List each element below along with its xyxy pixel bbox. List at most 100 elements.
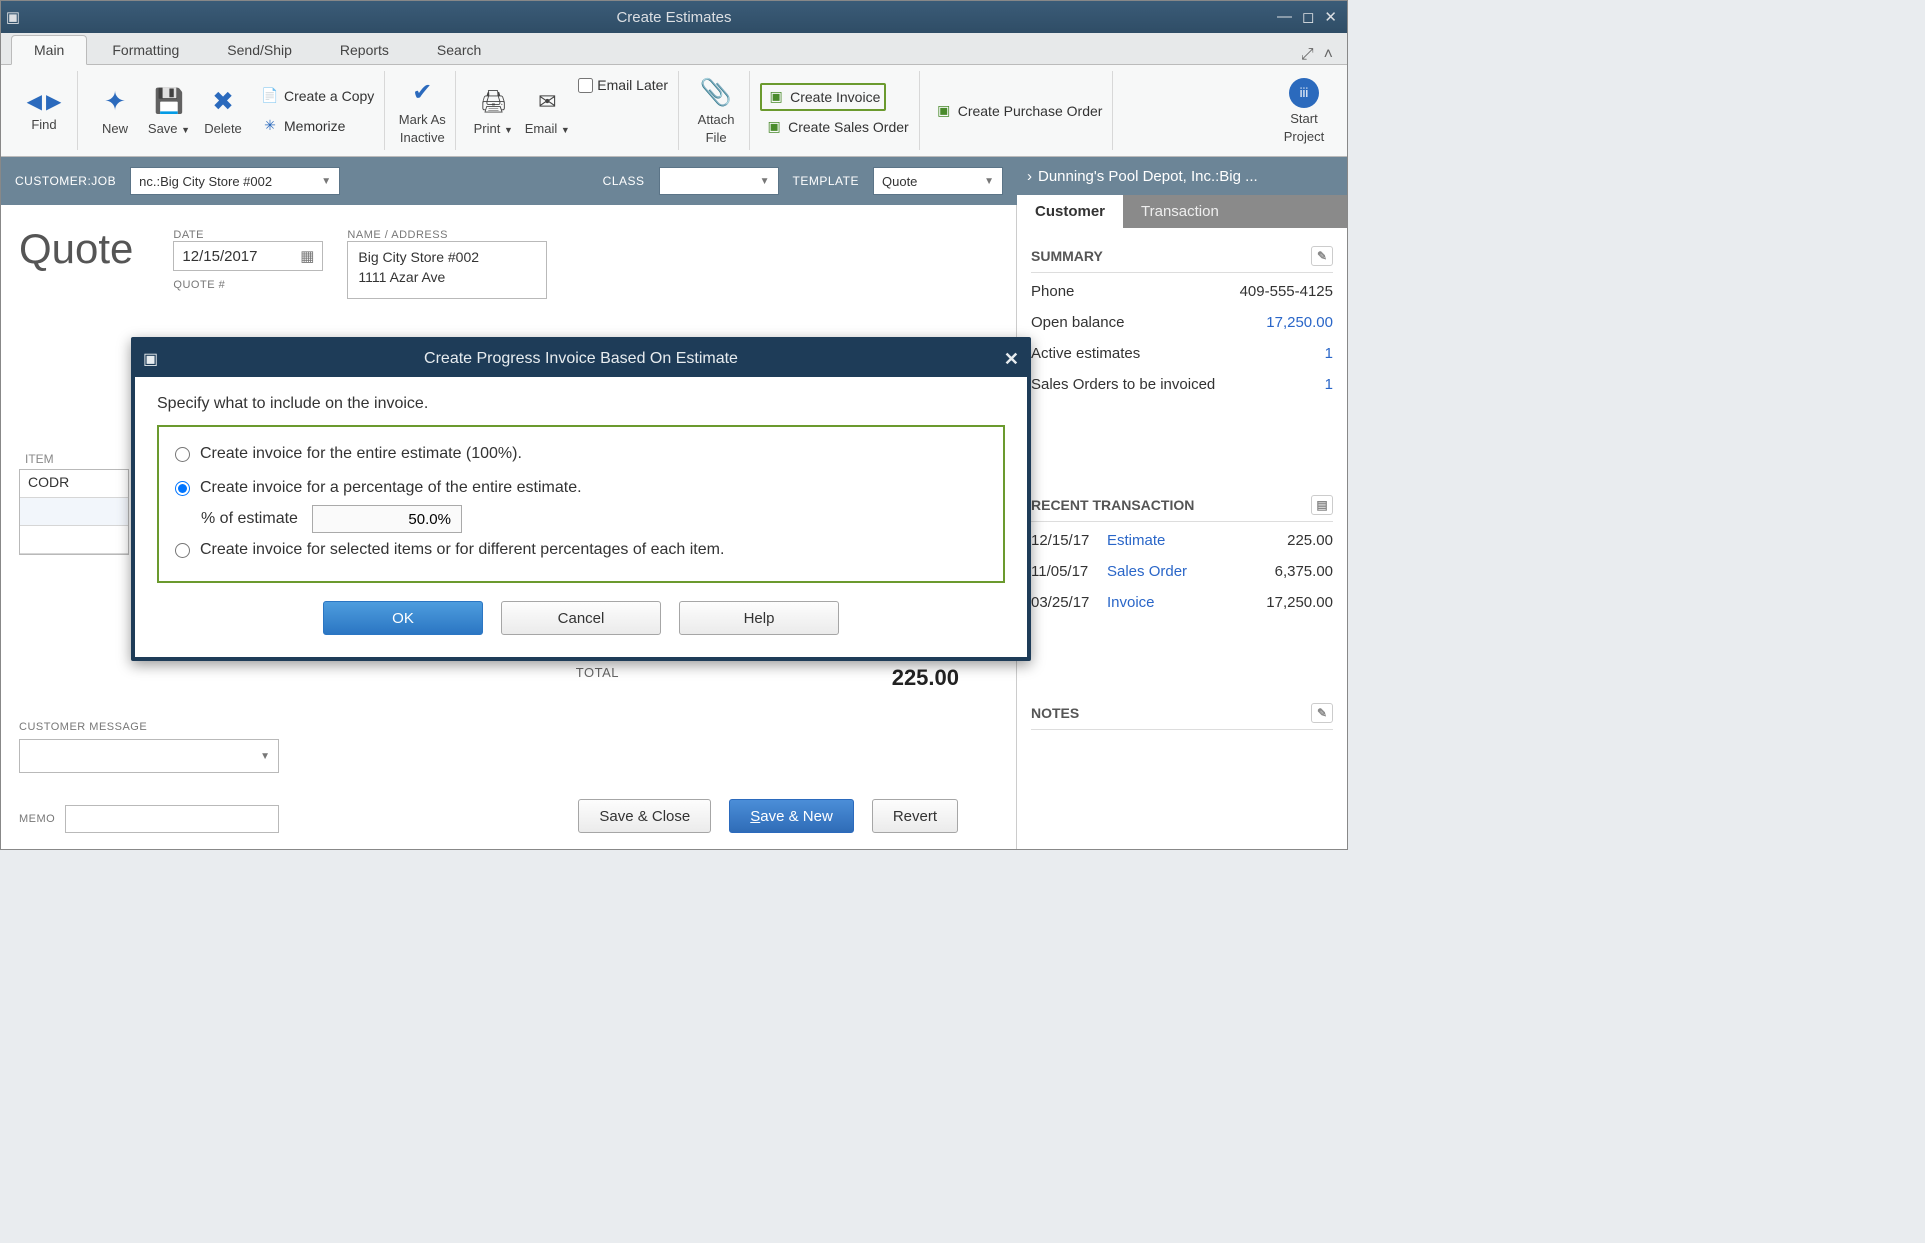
create-estimates-window: ▣ Create Estimates — ◻ ✕ Main Formatting… [0,0,1348,850]
total-label: TOTAL [19,665,619,691]
doc-title: Quote [19,225,133,285]
copy-icon: 📄 [260,86,280,106]
side-panel: › Dunning's Pool Depot, Inc.:Big ... Cus… [1017,157,1347,849]
attach-file-button[interactable]: 📎 Attach File [689,77,743,145]
memo-input[interactable] [65,805,279,833]
save-close-button[interactable]: Save & Close [578,799,711,833]
txn-link[interactable]: Sales Order [1107,563,1275,580]
progress-invoice-dialog: ▣ Create Progress Invoice Based On Estim… [131,337,1031,661]
start-project-button[interactable]: iii Start Project [1277,78,1331,144]
item-column-header: ITEM [19,449,129,469]
date-label: DATE [173,229,323,241]
print-button[interactable]: 🖨 Print ▼ [466,86,520,136]
addr-label: NAME / ADDRESS [347,229,547,241]
item-row[interactable] [20,498,128,526]
tab-formatting[interactable]: Formatting [89,35,202,64]
collapse-ribbon-icon[interactable]: ˄ [1324,46,1333,64]
tab-send-ship[interactable]: Send/Ship [204,35,315,64]
find-button[interactable]: ◀▶ Find [17,89,71,132]
po-icon: ▣ [934,101,954,121]
dialog-title: Create Progress Invoice Based On Estimat… [135,350,1027,368]
template-select[interactable]: Quote▼ [873,167,1003,195]
tab-search[interactable]: Search [414,35,504,64]
item-table[interactable]: CODR [19,469,129,555]
mark-inactive-button[interactable]: ✔ Mark As Inactive [395,77,449,145]
window-title: Create Estimates [1,9,1347,26]
form-selector-bar: CUSTOMER:JOB nc.:Big City Store #002▼ CL… [1,157,1017,205]
new-icon: ✦ [99,86,131,118]
recent-action-icon[interactable]: ▤ [1311,495,1333,515]
item-row[interactable]: CODR [20,470,128,498]
summary-row-value[interactable]: 17,250.00 [1266,314,1333,331]
delete-icon: ✖ [207,86,239,118]
dialog-close-icon[interactable]: ✕ [1004,349,1019,370]
name-address-box[interactable]: Big City Store #002 1111 Azar Ave [347,241,547,299]
recent-heading: RECENT TRANSACTION [1031,497,1194,513]
summary-heading: SUMMARY [1031,248,1103,264]
class-label: CLASS [603,174,645,188]
customer-job-select[interactable]: nc.:Big City Store #002▼ [130,167,340,195]
new-button[interactable]: ✦ New [88,86,142,136]
ribbon-tabbar: Main Formatting Send/Ship Reports Search… [1,33,1347,65]
create-copy-button[interactable]: 📄 Create a Copy [256,84,378,108]
txn-link[interactable]: Invoice [1107,594,1266,611]
invoice-icon: ▣ [766,87,786,107]
email-later-checkbox[interactable]: Email Later [574,71,672,95]
pct-label: % of estimate [201,510,298,528]
tab-main[interactable]: Main [11,35,87,65]
close-icon[interactable]: ✕ [1324,8,1337,26]
summary-row-value[interactable]: 1 [1325,345,1333,362]
maximize-icon[interactable]: ◻ [1302,8,1314,26]
opt-selected-radio[interactable] [175,543,190,558]
date-field[interactable]: 12/15/2017 ▦ [173,241,323,271]
save-button[interactable]: 💾 Save ▼ [142,86,196,136]
create-invoice-button[interactable]: ▣ Create Invoice [760,83,886,111]
minimize-icon[interactable]: — [1277,8,1292,26]
expand-icon[interactable]: ⤢ [1301,46,1314,64]
opt-entire-radio[interactable] [175,447,190,462]
titlebar: ▣ Create Estimates — ◻ ✕ [1,1,1347,33]
email-later-check[interactable] [578,78,593,93]
dialog-help-button[interactable]: Help [679,601,839,635]
template-label: TEMPLATE [793,174,859,188]
customer-job-label: CUSTOMER:JOB [15,174,116,188]
summary-row-value[interactable]: 1 [1325,376,1333,393]
mark-inactive-icon: ✔ [406,77,438,109]
dialog-cancel-button[interactable]: Cancel [501,601,661,635]
dialog-ok-button[interactable]: OK [323,601,483,635]
txn-link[interactable]: Estimate [1107,532,1287,549]
delete-button[interactable]: ✖ Delete [196,86,250,136]
side-tab-customer[interactable]: Customer [1017,195,1123,228]
memorize-icon: ✳ [260,116,280,136]
item-row[interactable] [20,526,128,554]
email-button[interactable]: ✉ Email ▼ [520,86,574,136]
summary-row-label: Open balance [1031,314,1124,331]
memorize-button[interactable]: ✳ Memorize [256,114,378,138]
opt-selected-items[interactable]: Create invoice for selected items or for… [175,533,987,567]
opt-percentage-radio[interactable] [175,481,190,496]
dialog-options-box: Create invoice for the entire estimate (… [157,425,1005,583]
create-po-button[interactable]: ▣ Create Purchase Order [930,99,1107,123]
customer-message-select[interactable]: ▼ [19,739,279,773]
revert-button[interactable]: Revert [872,799,958,833]
opt-percentage[interactable]: Create invoice for a percentage of the e… [175,471,987,505]
total-value: 225.00 [619,665,959,691]
attach-icon: 📎 [700,77,732,109]
pct-input[interactable] [312,505,462,533]
sales-order-icon: ▣ [764,117,784,137]
summary-row-label: Active estimates [1031,345,1140,362]
side-header[interactable]: › Dunning's Pool Depot, Inc.:Big ... [1017,157,1347,195]
edit-summary-icon[interactable]: ✎ [1311,246,1333,266]
class-select[interactable]: ▼ [659,167,779,195]
opt-entire-estimate[interactable]: Create invoice for the entire estimate (… [175,437,987,471]
memo-label: MEMO [19,813,55,825]
summary-row-label: Sales Orders to be invoiced [1031,376,1215,393]
edit-notes-icon[interactable]: ✎ [1311,703,1333,723]
email-icon: ✉ [531,86,563,118]
side-tab-transaction[interactable]: Transaction [1123,195,1237,228]
tab-reports[interactable]: Reports [317,35,412,64]
calendar-icon[interactable]: ▦ [300,247,314,265]
create-sales-order-button[interactable]: ▣ Create Sales Order [760,115,913,139]
save-new-button[interactable]: Save & New [729,799,854,833]
summary-row-value: 409-555-4125 [1240,283,1333,300]
